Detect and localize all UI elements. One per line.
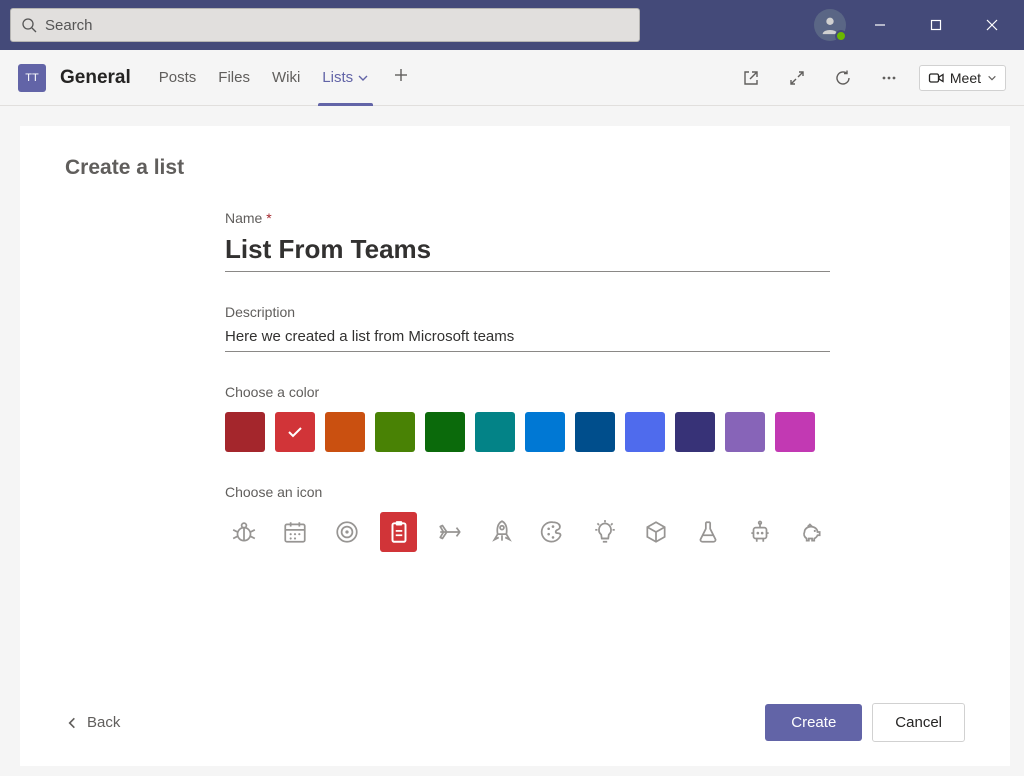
description-field: Description <box>225 304 830 352</box>
video-icon <box>928 70 944 86</box>
name-label: Name * <box>225 210 830 226</box>
chevron-left-icon <box>65 716 79 730</box>
presence-indicator <box>835 30 847 42</box>
meet-button[interactable]: Meet <box>919 65 1006 91</box>
rocket-icon-button[interactable] <box>483 512 521 552</box>
color-swatch[interactable] <box>575 412 615 452</box>
color-section-label: Choose a color <box>225 384 830 400</box>
chevron-down-icon <box>357 72 369 84</box>
create-button[interactable]: Create <box>765 704 862 741</box>
tab-posts[interactable]: Posts <box>155 50 201 106</box>
lightbulb-icon <box>592 519 618 545</box>
calendar-icon-button[interactable] <box>277 512 315 552</box>
close-button[interactable] <box>970 3 1014 47</box>
panel-footer: Back Create Cancel <box>65 703 965 742</box>
rocket-icon <box>489 519 515 545</box>
color-swatch[interactable] <box>525 412 565 452</box>
check-icon <box>286 423 304 441</box>
color-swatch[interactable] <box>375 412 415 452</box>
tab-files[interactable]: Files <box>214 50 254 106</box>
airplane-icon <box>437 519 463 545</box>
cancel-button[interactable]: Cancel <box>872 703 965 742</box>
color-swatch[interactable] <box>275 412 315 452</box>
create-list-form: Name * Description Choose a color Choose… <box>225 210 830 552</box>
palette-icon-button[interactable] <box>534 512 572 552</box>
bug-icon-button[interactable] <box>225 512 263 552</box>
calendar-icon <box>282 519 308 545</box>
search-input[interactable] <box>45 17 629 34</box>
create-list-panel: Create a list Name * Description Choose … <box>20 126 1010 766</box>
palette-icon <box>540 519 566 545</box>
cube-icon-button[interactable] <box>638 512 676 552</box>
cube-icon <box>643 519 669 545</box>
avatar[interactable] <box>814 9 846 41</box>
bug-icon <box>231 519 257 545</box>
color-swatch[interactable] <box>775 412 815 452</box>
name-input[interactable] <box>225 232 830 272</box>
search-icon <box>21 17 37 33</box>
icon-section-label: Choose an icon <box>225 484 830 500</box>
piggybank-icon <box>798 519 824 545</box>
search-box[interactable] <box>10 8 640 42</box>
required-indicator: * <box>266 210 271 226</box>
clipboard-icon-button[interactable] <box>380 512 418 552</box>
team-badge[interactable]: TT <box>18 64 46 92</box>
airplane-icon-button[interactable] <box>431 512 469 552</box>
meet-label: Meet <box>950 70 981 86</box>
flask-icon-button[interactable] <box>689 512 727 552</box>
expand-button[interactable] <box>781 62 813 94</box>
color-swatch[interactable] <box>475 412 515 452</box>
tab-lists[interactable]: Lists <box>318 50 373 106</box>
name-field: Name * <box>225 210 830 272</box>
color-swatch[interactable] <box>425 412 465 452</box>
back-label: Back <box>87 714 120 731</box>
color-swatch[interactable] <box>325 412 365 452</box>
external-link-icon <box>742 69 760 87</box>
refresh-icon <box>834 69 852 87</box>
refresh-button[interactable] <box>827 62 859 94</box>
minimize-button[interactable] <box>858 3 902 47</box>
flask-icon <box>695 519 721 545</box>
open-external-button[interactable] <box>735 62 767 94</box>
title-bar <box>0 0 1024 50</box>
plus-icon <box>393 67 409 83</box>
robot-icon <box>747 519 773 545</box>
icon-row <box>225 512 830 552</box>
robot-icon-button[interactable] <box>741 512 779 552</box>
icon-section: Choose an icon <box>225 484 830 552</box>
expand-icon <box>788 69 806 87</box>
color-swatch[interactable] <box>675 412 715 452</box>
tab-wiki[interactable]: Wiki <box>268 50 304 106</box>
channel-name: General <box>60 67 131 89</box>
target-icon <box>334 519 360 545</box>
description-input[interactable] <box>225 326 830 352</box>
color-swatch[interactable] <box>225 412 265 452</box>
color-swatch[interactable] <box>625 412 665 452</box>
target-icon-button[interactable] <box>328 512 366 552</box>
chevron-down-icon <box>987 73 997 83</box>
more-options-button[interactable] <box>873 62 905 94</box>
channel-header: TT General Posts Files Wiki Lists Meet <box>0 50 1024 106</box>
more-icon <box>880 69 898 87</box>
color-swatch-row <box>225 412 830 452</box>
description-label: Description <box>225 304 830 320</box>
color-section: Choose a color <box>225 384 830 452</box>
lightbulb-icon-button[interactable] <box>586 512 624 552</box>
color-swatch[interactable] <box>725 412 765 452</box>
back-button[interactable]: Back <box>65 714 120 731</box>
piggybank-icon-button[interactable] <box>792 512 830 552</box>
add-tab-button[interactable] <box>387 66 415 89</box>
maximize-button[interactable] <box>914 3 958 47</box>
panel-title: Create a list <box>65 156 965 180</box>
tab-label: Lists <box>322 69 353 86</box>
clipboard-icon <box>386 519 412 545</box>
